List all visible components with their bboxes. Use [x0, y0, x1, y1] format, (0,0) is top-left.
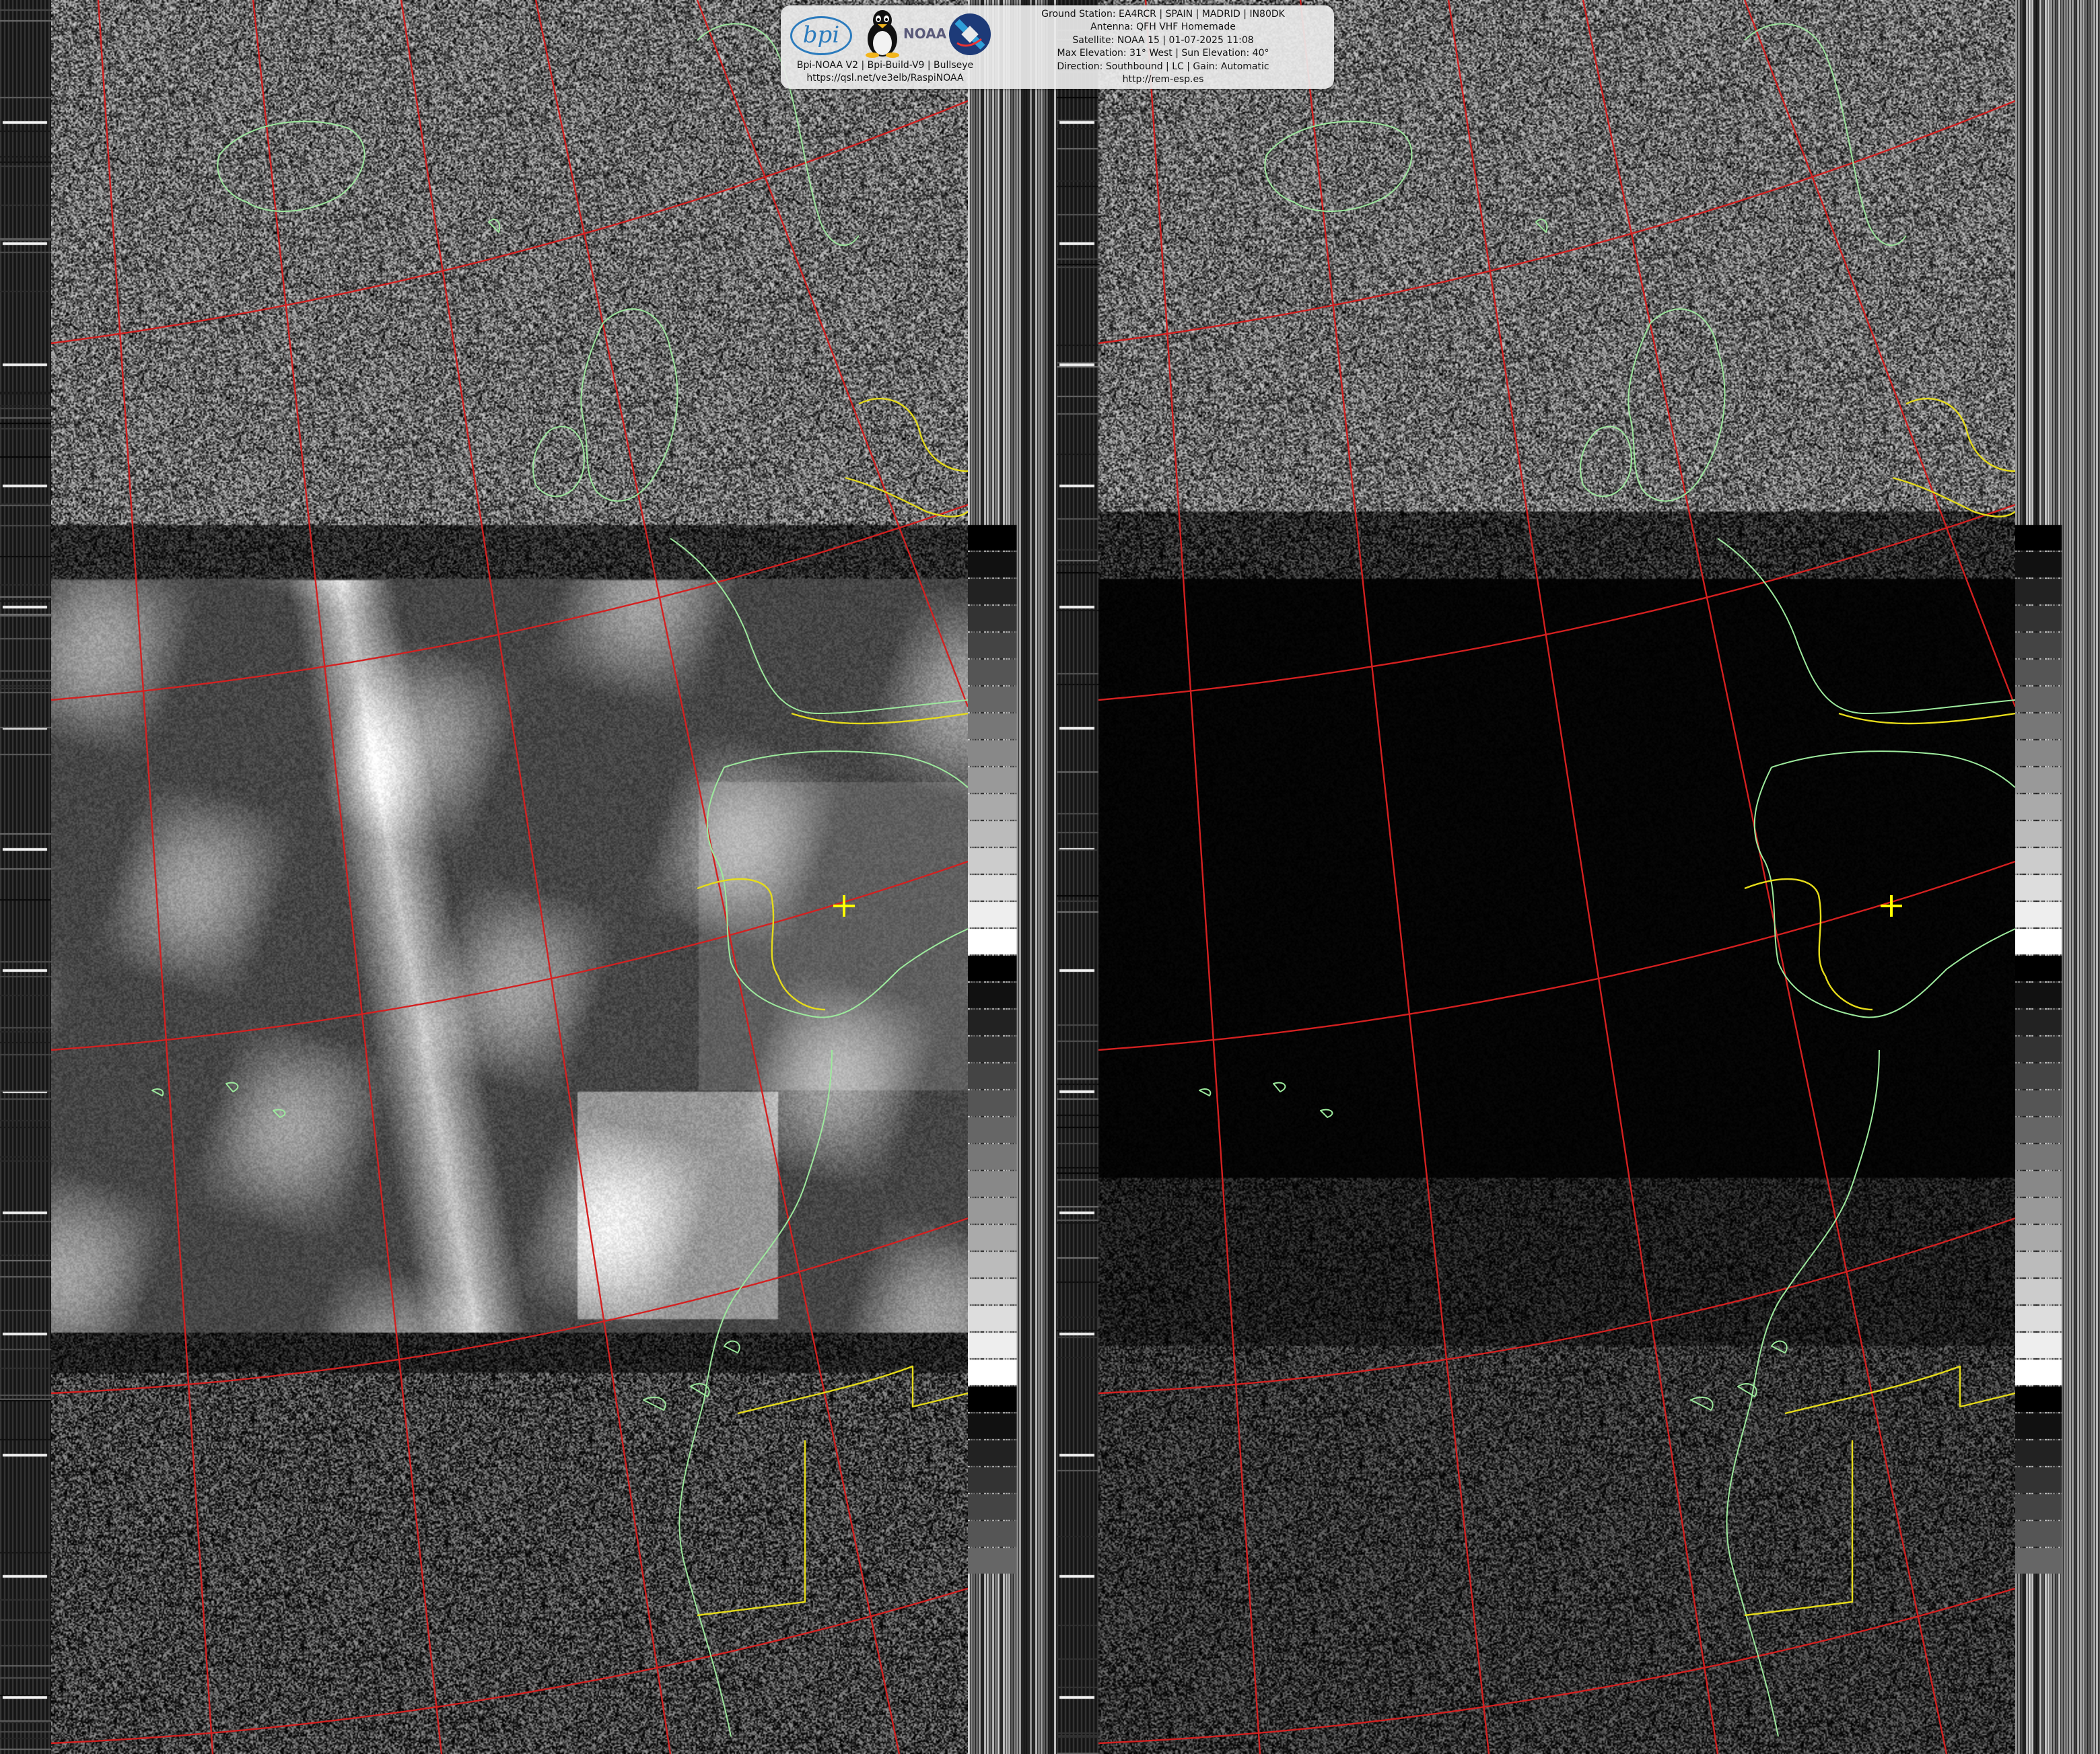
noaa-logo-text: NOAA: [903, 26, 947, 42]
coastline: [1580, 425, 1632, 497]
channel-a-image-panel: [51, 0, 968, 1754]
coastline: [643, 1397, 666, 1411]
coastline: [1535, 219, 1548, 233]
telemetry-strip-right: [2015, 0, 2100, 1754]
coastline: [273, 1109, 286, 1118]
coastline: [151, 1088, 164, 1096]
coastline: [1690, 1397, 1714, 1411]
antenna-line: Antenna: QFH VHF Homemade: [1090, 22, 1236, 33]
coastline: [217, 120, 365, 212]
coastline: [724, 1340, 740, 1354]
coastline: [724, 750, 968, 788]
country-border: [737, 1365, 968, 1415]
coastline: [1264, 120, 1413, 212]
graticule-line: [51, 503, 968, 701]
direction-line: Direction: Southbound | LC | Gain: Autom…: [1057, 61, 1269, 72]
coastline: [1320, 1109, 1333, 1118]
graticule-line: [1098, 100, 2015, 345]
ground-station-marker: [833, 895, 855, 917]
linux-tux-icon: [866, 10, 899, 58]
graticule-line: [1447, 0, 1719, 1754]
graticule-line: [1098, 1217, 2015, 1395]
country-border: [1744, 1440, 1854, 1617]
graticule-line: [400, 0, 672, 1754]
graticule-line: [1098, 503, 2015, 701]
graticule-line: [534, 0, 901, 1754]
coastline: [1771, 1340, 1788, 1354]
software-line: Bpi-NOAA V2 | Bpi-Build-V9 | Bullseye: [796, 60, 974, 71]
website-link[interactable]: http://rem-esp.es: [996, 73, 1330, 86]
ground-station-line: Ground Station: EA4RCR | SPAIN | MADRID …: [1041, 9, 1285, 20]
coastline: [1717, 538, 2015, 714]
graticule-line: [97, 0, 214, 1754]
country-border: [697, 878, 826, 1011]
logo-group: bpi NOAA: [788, 9, 991, 58]
graticule-line: [252, 0, 443, 1754]
graticule-line: [51, 1217, 968, 1395]
pass-info: Ground Station: EA4RCR | SPAIN | MADRID …: [996, 8, 1330, 86]
graticule-line: [1144, 0, 1261, 1754]
coastline: [1753, 767, 2015, 1018]
country-border: [1744, 878, 1873, 1011]
country-border: [1838, 712, 2015, 725]
graticule-line: [51, 100, 968, 345]
map-overlay-left: [51, 0, 968, 1754]
sync-strip-left: [0, 0, 51, 1754]
graticule-line: [696, 0, 968, 707]
graticule-line: [51, 1587, 968, 1745]
sync-strip-right: [1057, 0, 1098, 1754]
graticule-line: [1582, 0, 1948, 1754]
coastline: [1273, 1082, 1286, 1092]
header-info-card: bpi NOAA Bpi-NOAA V2 | Bpi-Build-V9 | Bu…: [781, 5, 1334, 89]
country-border: [1905, 397, 2015, 472]
satellite-icon: [949, 13, 991, 55]
ground-station-marker: [1881, 895, 1902, 917]
country-border: [858, 397, 968, 472]
graticule-line: [51, 860, 968, 1051]
coastline: [1628, 308, 1726, 502]
graticule-line: [1098, 1587, 2015, 1745]
telemetry-strip-left: [968, 0, 1057, 1754]
country-border: [1784, 1365, 2015, 1415]
graticule-line: [1098, 860, 2015, 1051]
country-border: [791, 712, 968, 725]
software-caption: Bpi-NOAA V2 | Bpi-Build-V9 | Bullseye ht…: [781, 59, 989, 85]
coastline: [1771, 750, 2015, 788]
software-link[interactable]: https://qsl.net/ve3elb/RaspiNOAA: [781, 72, 989, 85]
coastline: [488, 219, 501, 233]
country-border: [697, 1440, 806, 1617]
coastline: [670, 538, 968, 714]
coastline: [690, 1383, 710, 1397]
elevation-line: Max Elevation: 31° West | Sun Elevation:…: [1057, 48, 1269, 59]
satellite-line: Satellite: NOAA 15 | 01-07-2025 11:08: [1072, 34, 1254, 46]
coastline: [225, 1082, 239, 1092]
coastline: [532, 425, 585, 497]
graticule-line: [1299, 0, 1490, 1754]
coastline: [706, 767, 968, 1018]
coastline: [580, 308, 678, 502]
graticule-line: [1743, 0, 2015, 707]
bpi-logo: bpi: [790, 16, 852, 55]
coastline: [1199, 1088, 1212, 1096]
channel-b-image-panel: [1098, 0, 2015, 1754]
coastline: [1737, 1383, 1757, 1397]
map-overlay-right: [1098, 0, 2015, 1754]
